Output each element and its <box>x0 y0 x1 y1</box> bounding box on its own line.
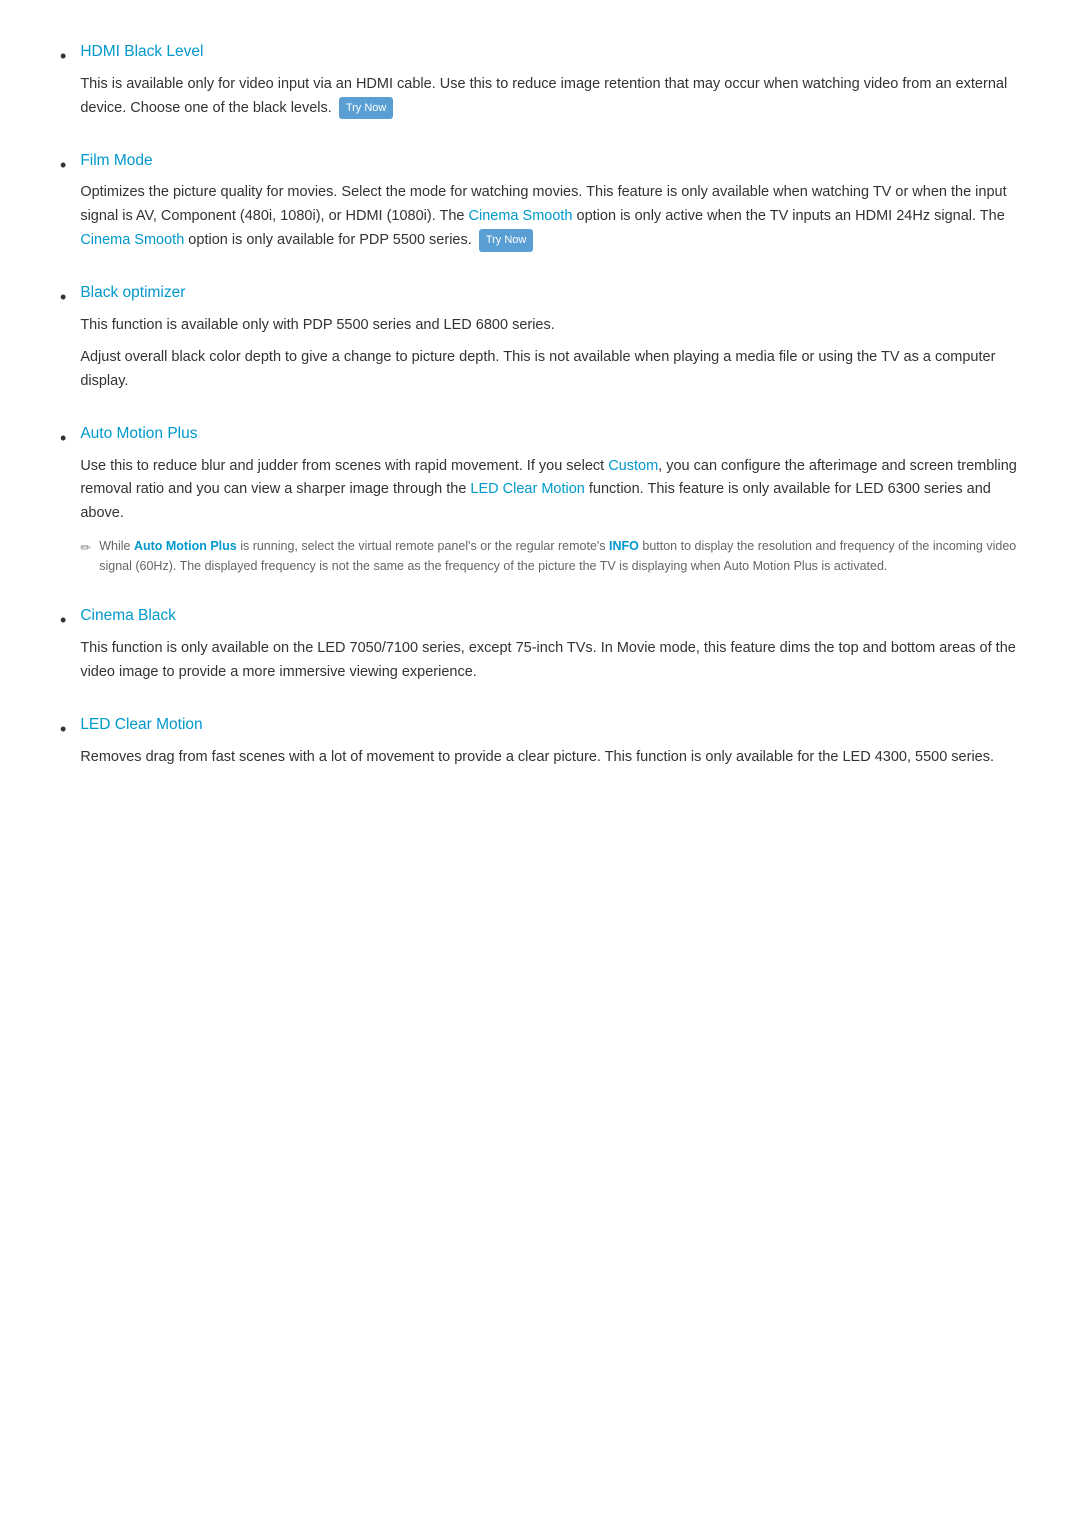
list-item-hdmi-black-level: • HDMI Black Level This is available onl… <box>60 40 1020 121</box>
item-content-film: Film Mode Optimizes the picture quality … <box>80 149 1020 254</box>
list-item-cinema-black: • Cinema Black This function is only ava… <box>60 604 1020 685</box>
info-badge: INFO <box>609 539 639 553</box>
item-content-hdmi: HDMI Black Level This is available only … <box>80 40 1020 121</box>
item-content-black: Black optimizer This function is availab… <box>80 281 1020 394</box>
black-para-1: This function is available only with PDP… <box>80 314 1020 338</box>
content-area: • HDMI Black Level This is available onl… <box>60 40 1020 770</box>
auto-para-1: Use this to reduce blur and judder from … <box>80 455 1020 527</box>
item-title-cinema[interactable]: Cinema Black <box>80 604 1020 629</box>
item-content-led: LED Clear Motion Removes drag from fast … <box>80 713 1020 770</box>
cinema-para-1: This function is only available on the L… <box>80 637 1020 685</box>
note-icon-auto: ✏ <box>80 537 91 558</box>
list-item-black-optimizer: • Black optimizer This function is avail… <box>60 281 1020 394</box>
item-content-auto: Auto Motion Plus Use this to reduce blur… <box>80 422 1020 577</box>
item-title-black[interactable]: Black optimizer <box>80 281 1020 306</box>
film-para-1: Optimizes the picture quality for movies… <box>80 181 1020 253</box>
led-clear-motion-link-auto[interactable]: LED Clear Motion <box>470 481 584 497</box>
item-body-auto: Use this to reduce blur and judder from … <box>80 455 1020 577</box>
bullet-hdmi: • <box>60 42 66 71</box>
note-text-auto: While Auto Motion Plus is running, selec… <box>99 536 1020 576</box>
bullet-black: • <box>60 283 66 312</box>
auto-motion-plus-note-link[interactable]: Auto Motion Plus <box>134 539 237 553</box>
item-body-cinema: This function is only available on the L… <box>80 637 1020 685</box>
item-title-hdmi[interactable]: HDMI Black Level <box>80 40 1020 65</box>
item-content-cinema: Cinema Black This function is only avail… <box>80 604 1020 685</box>
list-item-led-clear-motion: • LED Clear Motion Removes drag from fas… <box>60 713 1020 770</box>
note-block-auto: ✏ While Auto Motion Plus is running, sel… <box>80 536 1020 576</box>
black-para-2: Adjust overall black color depth to give… <box>80 346 1020 394</box>
cinema-smooth-link-1[interactable]: Cinema Smooth <box>469 208 573 224</box>
item-body-film: Optimizes the picture quality for movies… <box>80 181 1020 253</box>
item-title-film[interactable]: Film Mode <box>80 149 1020 174</box>
bullet-film: • <box>60 151 66 180</box>
item-title-auto[interactable]: Auto Motion Plus <box>80 422 1020 447</box>
bullet-auto: • <box>60 424 66 453</box>
bullet-led: • <box>60 715 66 744</box>
item-body-black: This function is available only with PDP… <box>80 314 1020 394</box>
item-title-led[interactable]: LED Clear Motion <box>80 713 1020 738</box>
led-para-1: Removes drag from fast scenes with a lot… <box>80 746 1020 770</box>
try-now-film[interactable]: Try Now <box>479 229 534 251</box>
list-item-auto-motion-plus: • Auto Motion Plus Use this to reduce bl… <box>60 422 1020 577</box>
try-now-hdmi[interactable]: Try Now <box>339 97 394 119</box>
bullet-cinema: • <box>60 606 66 635</box>
hdmi-para-1: This is available only for video input v… <box>80 73 1020 121</box>
list-item-film-mode: • Film Mode Optimizes the picture qualit… <box>60 149 1020 254</box>
item-body-led: Removes drag from fast scenes with a lot… <box>80 746 1020 770</box>
custom-link[interactable]: Custom <box>608 458 658 474</box>
cinema-smooth-link-2[interactable]: Cinema Smooth <box>80 232 184 248</box>
item-body-hdmi: This is available only for video input v… <box>80 73 1020 121</box>
